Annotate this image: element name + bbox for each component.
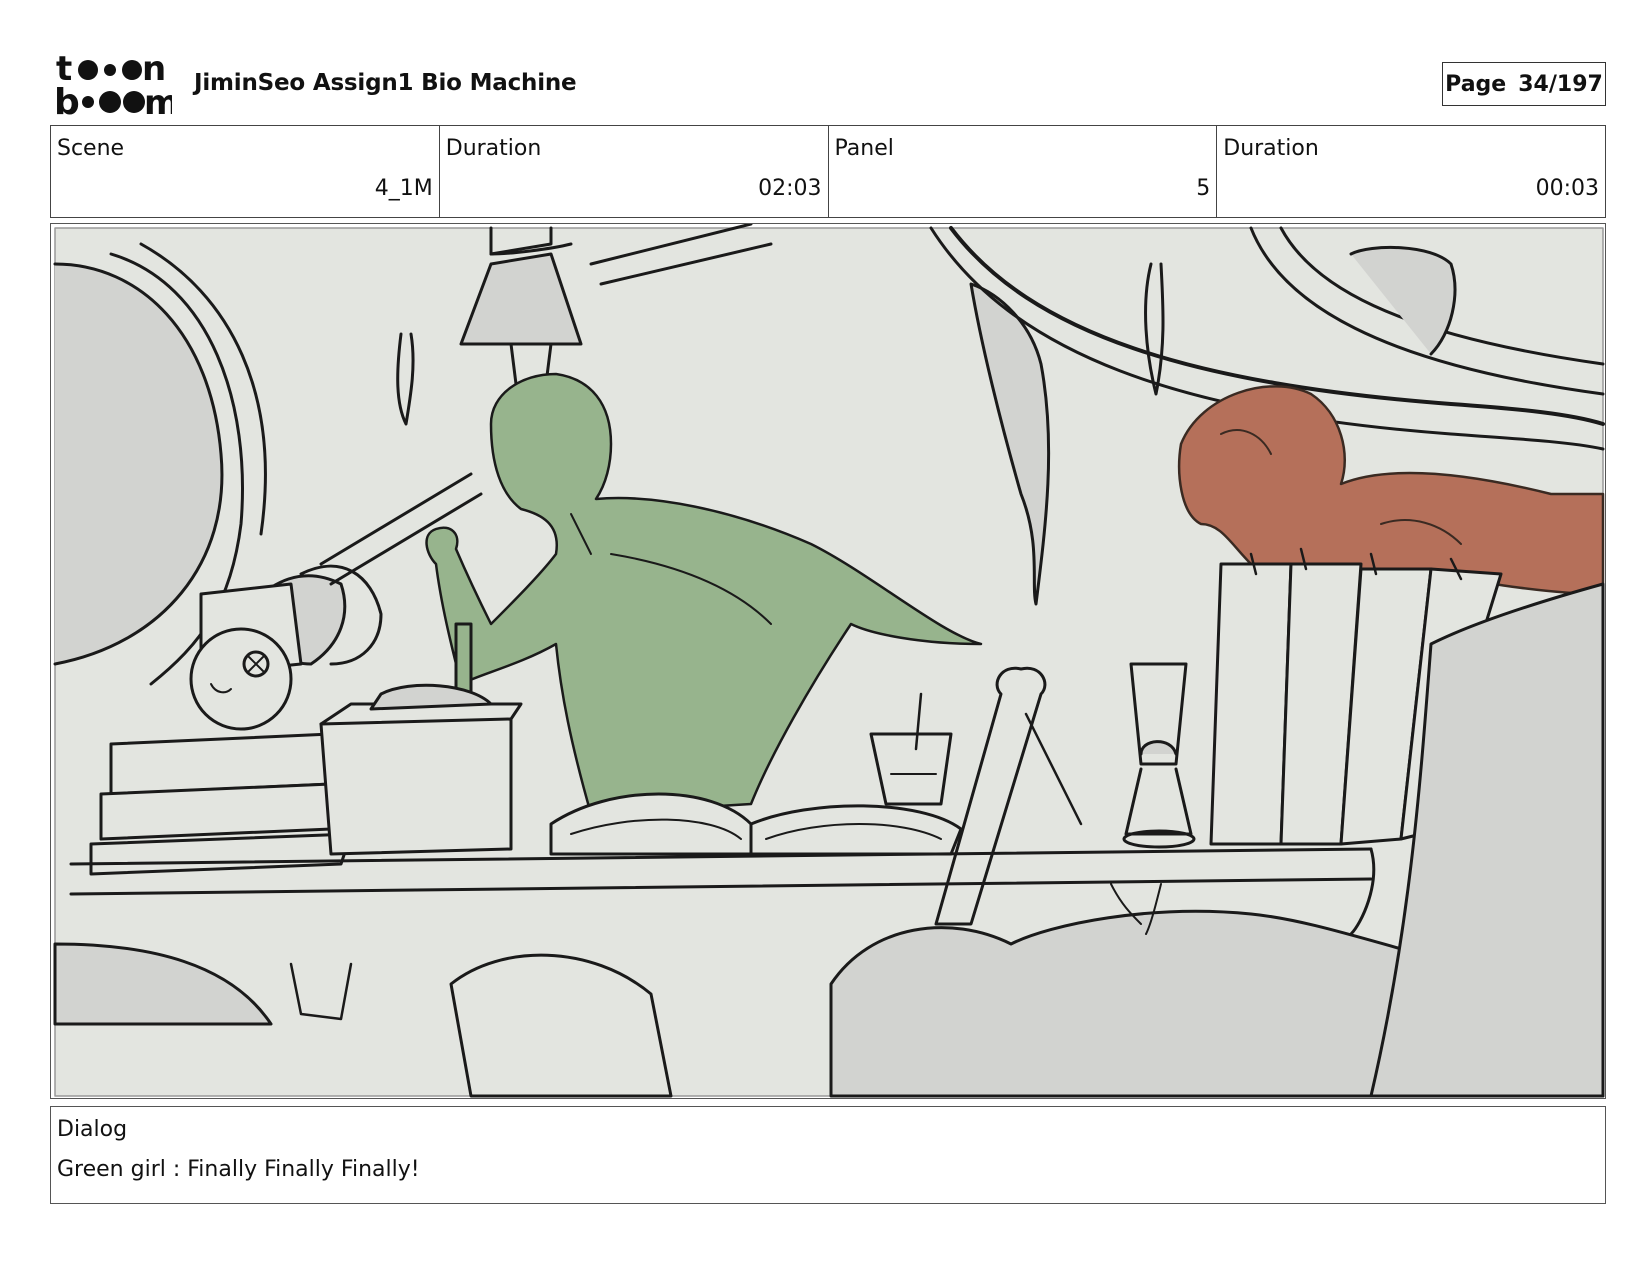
- dialog-text: Green girl : Finally Finally Finally!: [57, 1157, 420, 1182]
- scene-duration-label: Duration: [445, 136, 542, 161]
- panel-cell: Panel 5: [829, 126, 1218, 217]
- panel-value: 5: [1196, 176, 1211, 201]
- panel-duration-label: Duration: [1223, 136, 1319, 161]
- scene-label: Scene: [57, 136, 125, 161]
- svg-text:m: m: [144, 83, 172, 118]
- panel-duration-cell: Duration 00:03: [1217, 126, 1605, 217]
- storyboard-panel: [50, 223, 1606, 1099]
- dialog-label: Dialog: [57, 1117, 128, 1142]
- panel-duration-value: 00:03: [1535, 176, 1599, 201]
- page-number: 34/197: [1518, 71, 1603, 97]
- panel-sketch: [53, 224, 1605, 1098]
- dialog-box: Dialog Green girl : Finally Finally Fina…: [50, 1106, 1606, 1204]
- svg-text:b: b: [54, 82, 80, 118]
- scene-duration-cell: Duration 02:03: [440, 126, 829, 217]
- toon-boom-logo: t n b m: [54, 52, 172, 118]
- project-title: JiminSeo Assign1 Bio Machine: [194, 70, 577, 96]
- panel-info-row: Scene 4_1M Duration 02:03 Panel 5 Durati…: [50, 125, 1606, 218]
- scene-duration-value: 02:03: [758, 176, 822, 201]
- scene-cell: Scene 4_1M: [51, 126, 440, 217]
- page-label: Page: [1445, 71, 1507, 97]
- page-indicator: Page 34/197: [1442, 62, 1606, 106]
- panel-label: Panel: [834, 136, 894, 161]
- scene-value: 4_1M: [374, 176, 433, 201]
